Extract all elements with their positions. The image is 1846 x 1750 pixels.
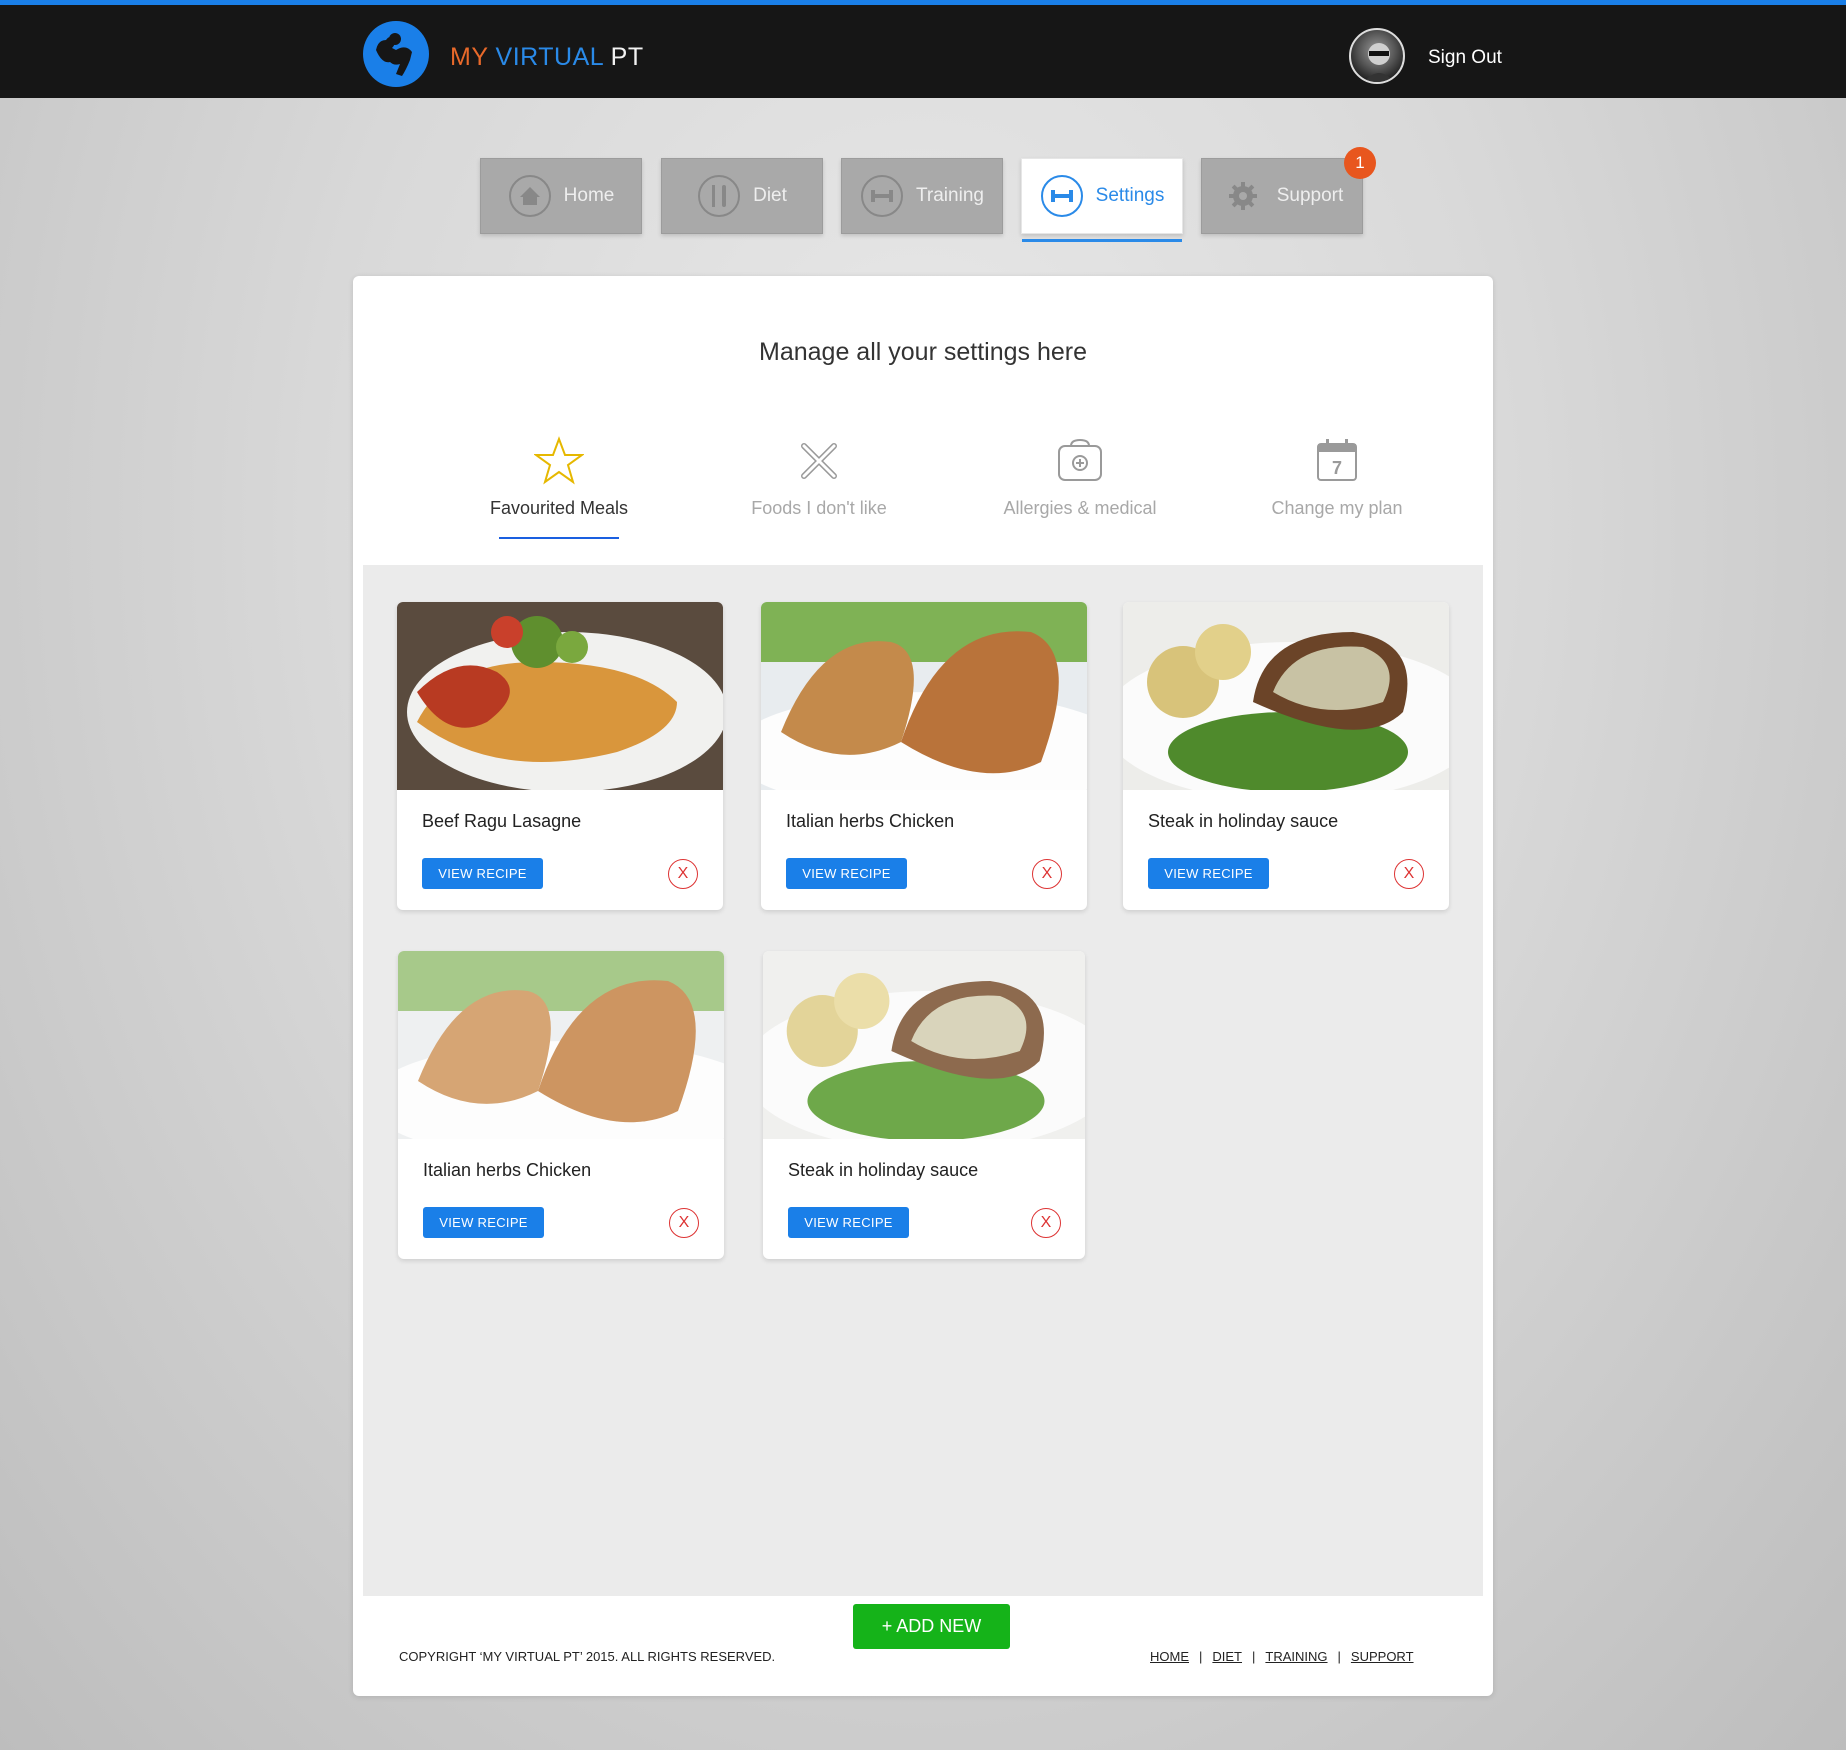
brand-name[interactable]: MY VIRTUAL PT <box>450 43 644 72</box>
tab-support[interactable]: Support <box>1201 158 1363 234</box>
tab-training[interactable]: Training <box>841 158 1003 234</box>
subtab-allergies[interactable]: Allergies & medical <box>970 436 1190 519</box>
tab-home[interactable]: Home <box>480 158 642 234</box>
remove-meal-button[interactable]: X <box>1032 859 1062 889</box>
fork-knife-icon <box>698 175 741 217</box>
avatar[interactable] <box>1349 28 1405 84</box>
meal-card: Italian herbs Chicken VIEW RECIPE X <box>761 602 1087 910</box>
home-icon <box>508 175 551 217</box>
meals-grid: Beef Ragu Lasagne VIEW RECIPE X Italian … <box>363 565 1483 1649</box>
footer-link-home[interactable]: HOME <box>1150 1649 1189 1664</box>
footer-separator: | <box>1337 1649 1341 1664</box>
tab-support-label: Support <box>1276 185 1344 206</box>
tab-training-label: Training <box>916 185 984 206</box>
brand-pt: PT <box>610 43 644 71</box>
sign-out-link[interactable]: Sign Out <box>1428 47 1502 69</box>
logo-icon[interactable] <box>362 20 430 88</box>
cross-icon <box>801 443 837 479</box>
top-bar: MY VIRTUAL PT Sign Out <box>0 0 1846 98</box>
tab-home-label: Home <box>563 185 615 206</box>
brand-my: MY <box>450 43 489 71</box>
notification-badge: 1 <box>1344 147 1376 179</box>
tab-diet[interactable]: Diet <box>661 158 823 234</box>
remove-meal-button[interactable]: X <box>669 1208 699 1238</box>
gear-icon <box>1228 182 1257 210</box>
footer-link-support[interactable]: SUPPORT <box>1351 1649 1414 1664</box>
footer-separator: | <box>1252 1649 1256 1664</box>
meal-image[interactable] <box>1123 602 1449 790</box>
view-recipe-button[interactable]: VIEW RECIPE <box>422 858 543 889</box>
dumbbell-icon <box>1040 175 1083 217</box>
subtab-label: Allergies & medical <box>1003 498 1157 518</box>
meal-name: Beef Ragu Lasagne <box>422 811 582 831</box>
add-new-button[interactable]: + ADD NEW <box>853 1604 1010 1649</box>
subtab-foods-dislike[interactable]: Foods I don't like <box>709 436 929 519</box>
meal-card: Steak in holinday sauce VIEW RECIPE X <box>763 951 1085 1259</box>
meal-card: Italian herbs Chicken VIEW RECIPE X <box>398 951 724 1259</box>
view-recipe-button[interactable]: VIEW RECIPE <box>786 858 907 889</box>
tab-diet-label: Diet <box>753 185 787 206</box>
meal-image[interactable] <box>397 602 723 790</box>
user-photo-icon <box>1364 43 1394 82</box>
meal-card: Steak in holinday sauce VIEW RECIPE X <box>1123 602 1449 910</box>
brand-virtual: VIRTUAL <box>495 43 604 71</box>
footer-separator: | <box>1199 1649 1203 1664</box>
view-recipe-button[interactable]: VIEW RECIPE <box>788 1207 909 1238</box>
dumbbell-icon <box>861 175 904 217</box>
subtab-favourited-meals[interactable]: Favourited Meals <box>449 436 669 539</box>
meal-image[interactable] <box>763 951 1085 1139</box>
view-recipe-button[interactable]: VIEW RECIPE <box>1148 858 1269 889</box>
subtab-change-plan[interactable]: 7 Change my plan <box>1227 436 1447 519</box>
medical-kit-icon <box>1058 438 1102 481</box>
remove-meal-button[interactable]: X <box>1031 1208 1061 1238</box>
star-icon <box>534 436 584 485</box>
meal-image[interactable] <box>398 951 724 1139</box>
meal-name: Italian herbs Chicken <box>423 1160 592 1180</box>
tab-settings-label: Settings <box>1095 185 1165 206</box>
page-title: Manage all your settings here <box>759 338 1087 366</box>
meal-image[interactable] <box>761 602 1087 790</box>
footer-link-training[interactable]: TRAINING <box>1265 1649 1327 1664</box>
calendar-icon: 7 <box>1317 439 1357 481</box>
copyright-text: COPYRIGHT ‘MY VIRTUAL PT’ 2015. ALL RIGH… <box>399 1649 776 1664</box>
remove-meal-button[interactable]: X <box>668 859 698 889</box>
footer-nav: HOME | DIET | TRAINING | SUPPORT <box>1150 1649 1414 1664</box>
meal-name: Steak in holinday sauce <box>1148 811 1339 831</box>
subtab-label: Foods I don't like <box>751 498 887 518</box>
svg-text:7: 7 <box>1332 458 1342 478</box>
view-recipe-button[interactable]: VIEW RECIPE <box>423 1207 544 1238</box>
meal-name: Steak in holinday sauce <box>788 1160 979 1180</box>
settings-panel: Manage all your settings here Favourited… <box>353 276 1493 1696</box>
active-tab-underline <box>499 537 619 539</box>
subtab-label: Favourited Meals <box>489 498 629 518</box>
meal-card: Beef Ragu Lasagne VIEW RECIPE X <box>397 602 723 910</box>
tab-settings[interactable]: Settings <box>1021 158 1183 242</box>
footer-link-diet[interactable]: DIET <box>1212 1649 1242 1664</box>
subtab-label: Change my plan <box>1271 498 1403 518</box>
remove-meal-button[interactable]: X <box>1394 859 1424 889</box>
meal-name: Italian herbs Chicken <box>786 811 955 831</box>
